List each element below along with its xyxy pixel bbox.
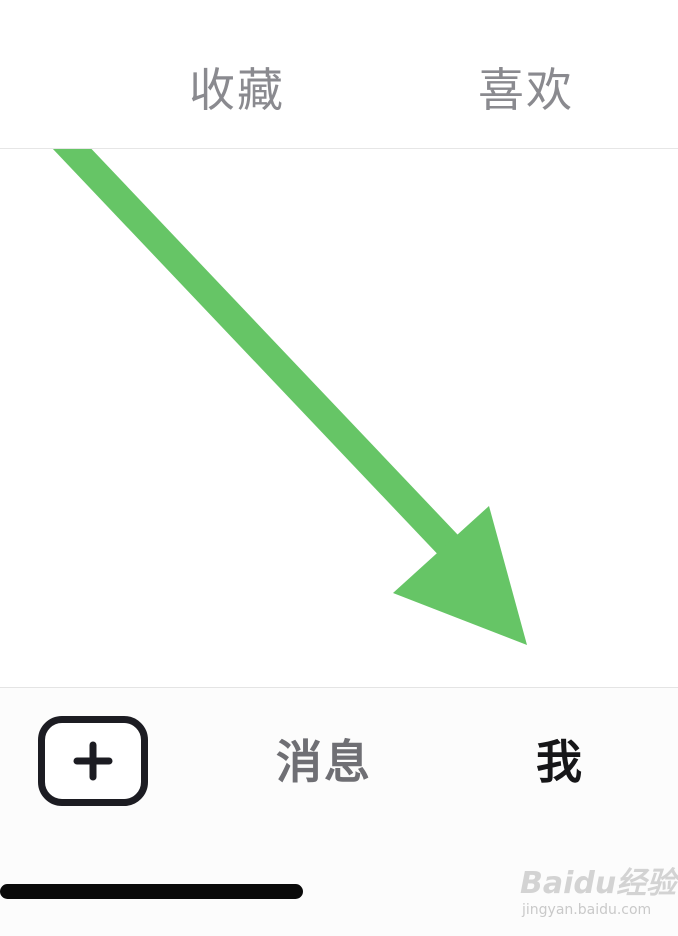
app-screen: 收藏 喜欢 消息 我 Baidu经验 jingyan.baidu.com	[0, 0, 678, 936]
watermark-logo: Baidu经验	[520, 866, 677, 901]
plus-square-icon	[73, 741, 113, 781]
home-indicator	[0, 884, 303, 899]
watermark: Baidu经验 jingyan.baidu.com	[520, 858, 676, 928]
bottom-nav-bar: 消息 我 Baidu经验 jingyan.baidu.com	[0, 687, 678, 936]
tab-likes[interactable]: 喜欢	[478, 58, 574, 122]
top-tab-bar: 收藏 喜欢	[0, 0, 678, 149]
watermark-url: jingyan.baidu.com	[522, 902, 652, 918]
arrow-shaft	[52, 149, 463, 559]
nav-item-me[interactable]: 我	[536, 732, 582, 792]
tab-favorites[interactable]: 收藏	[189, 58, 285, 122]
nav-item-messages[interactable]: 消息	[276, 732, 372, 792]
content-area	[0, 149, 678, 687]
publish-button[interactable]	[38, 716, 148, 806]
arrow-icon	[52, 149, 527, 645]
